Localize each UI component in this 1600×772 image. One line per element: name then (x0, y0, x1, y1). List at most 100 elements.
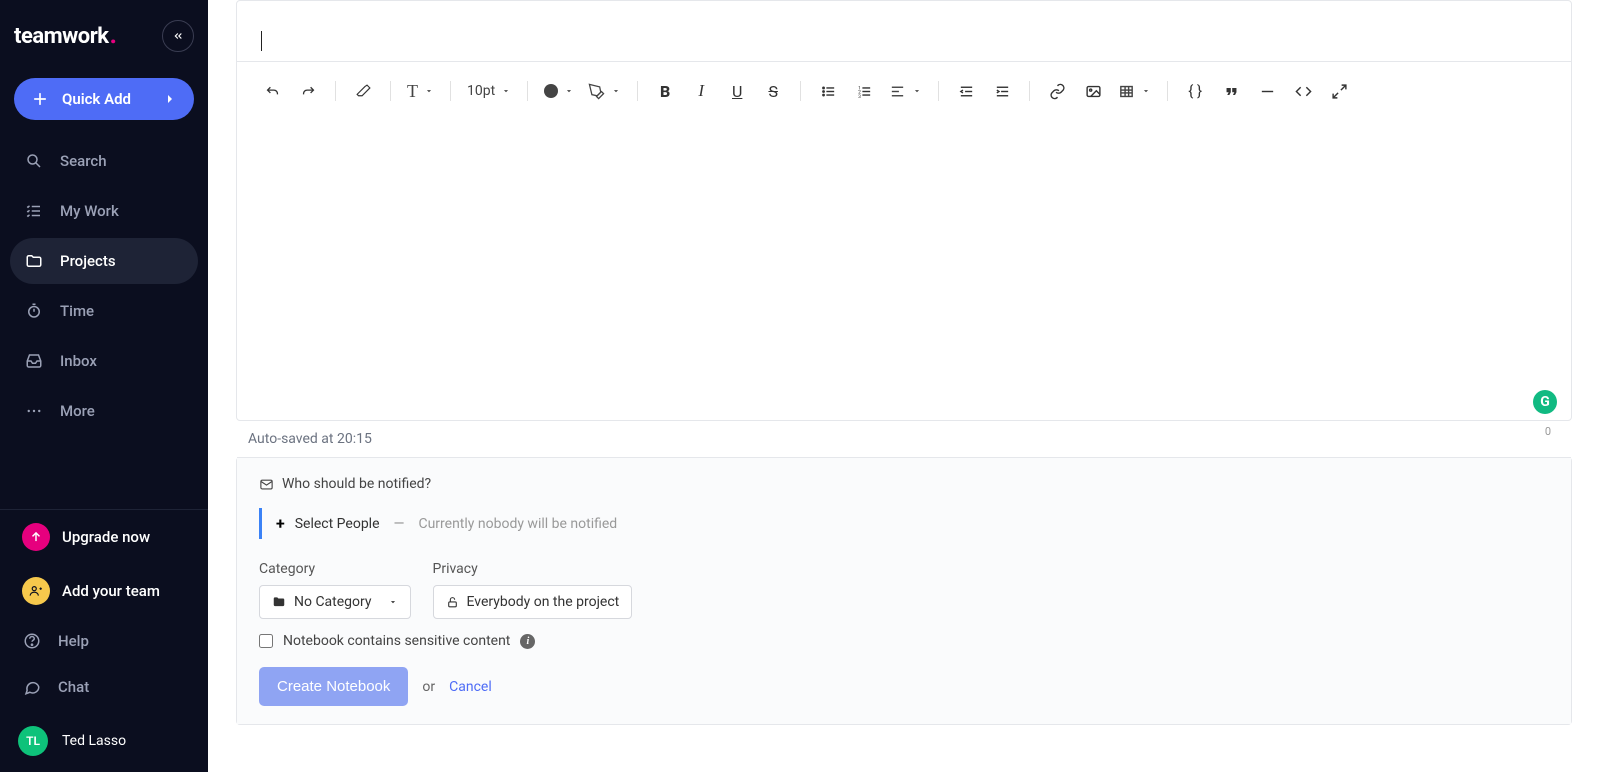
indent-button[interactable] (987, 76, 1017, 106)
text-format-icon: T (407, 81, 418, 102)
notify-section: Who should be notified? + Select People … (237, 457, 1571, 724)
outdent-button[interactable] (951, 76, 981, 106)
image-button[interactable] (1078, 76, 1108, 106)
expand-icon (1331, 83, 1348, 100)
underline-button[interactable]: U (722, 76, 752, 106)
info-icon[interactable]: i (520, 634, 535, 649)
sensitive-label: Notebook contains sensitive content (283, 633, 510, 649)
link-icon (1049, 83, 1066, 100)
fullscreen-button[interactable] (1324, 76, 1354, 106)
highlight-dropdown[interactable] (584, 83, 625, 100)
italic-button[interactable]: I (686, 76, 716, 106)
select-people-button[interactable]: + Select People — Currently nobody will … (259, 508, 1549, 539)
undo-button[interactable] (257, 76, 287, 106)
editor-body[interactable]: G 0 (237, 120, 1571, 420)
sensitive-checkbox[interactable] (259, 634, 273, 648)
highlighter-icon (588, 83, 605, 100)
notify-header-text: Who should be notified? (282, 476, 431, 492)
code-view-button[interactable] (1288, 76, 1318, 106)
privacy-value: Everybody on the project (467, 594, 620, 610)
bold-icon: B (660, 82, 670, 101)
mail-icon (259, 477, 274, 492)
editor-content-area[interactable] (237, 1, 1571, 61)
chevron-down-icon (424, 86, 434, 96)
inbox-icon (25, 352, 43, 370)
brand-logo: teamwork. (14, 24, 117, 49)
link-button[interactable] (1042, 76, 1072, 106)
table-dropdown[interactable] (1114, 83, 1155, 100)
sidebar-item-label: Time (60, 302, 94, 320)
quote-button[interactable] (1216, 76, 1246, 106)
chevron-down-icon (912, 86, 922, 96)
sidebar-item-label: Search (60, 152, 107, 170)
sidebar-item-search[interactable]: Search (10, 138, 198, 184)
sidebar-item-mywork[interactable]: My Work (10, 188, 198, 234)
plus-icon (30, 89, 50, 109)
sidebar-item-help[interactable]: Help (0, 618, 208, 664)
sidebar-item-label: Projects (60, 252, 116, 270)
bullet-list-button[interactable] (813, 76, 843, 106)
font-style-dropdown[interactable]: T (403, 81, 438, 102)
redo-button[interactable] (293, 76, 323, 106)
font-size-dropdown[interactable]: 10pt (463, 83, 515, 99)
select-people-hint: Currently nobody will be notified (418, 516, 617, 532)
sidebar-item-projects[interactable]: Projects (10, 238, 198, 284)
select-people-label: Select People (295, 516, 380, 532)
sidebar-user-menu[interactable]: TL Ted Lasso (0, 710, 208, 772)
char-count: 0 (1545, 425, 1551, 438)
sidebar: teamwork. Quick Add Search My Work Proje… (0, 0, 208, 772)
hr-button[interactable] (1252, 76, 1282, 106)
clear-format-button[interactable] (348, 76, 378, 106)
sidebar-item-time[interactable]: Time (10, 288, 198, 334)
sidebar-item-label: Help (58, 632, 89, 650)
user-avatar: TL (18, 726, 48, 756)
chevron-down-icon (388, 597, 398, 607)
dots-icon (25, 402, 43, 420)
code-block-button[interactable]: { } (1180, 76, 1210, 106)
add-team-icon (22, 577, 50, 605)
sidebar-upgrade-label: Upgrade now (62, 528, 150, 546)
number-list-icon: 123 (856, 83, 873, 100)
color-swatch-icon (544, 84, 558, 98)
cancel-link[interactable]: Cancel (449, 679, 492, 695)
sidebar-item-inbox[interactable]: Inbox (10, 338, 198, 384)
chevron-down-icon (564, 86, 574, 96)
folder-icon (25, 252, 43, 270)
sidebar-item-label: Inbox (60, 352, 97, 370)
upgrade-icon (22, 523, 50, 551)
align-dropdown[interactable] (885, 83, 926, 100)
sidebar-item-label: More (60, 402, 95, 420)
sidebar-item-label: Chat (58, 678, 89, 696)
code-icon (1295, 83, 1312, 100)
redo-icon (300, 83, 317, 100)
grammarly-badge[interactable]: G (1533, 390, 1557, 414)
notebook-editor-card: T 10pt B I U S 123 (236, 0, 1572, 421)
privacy-dropdown[interactable]: Everybody on the project (433, 585, 633, 619)
sidebar-item-label: My Work (60, 202, 119, 220)
svg-text:3: 3 (858, 93, 861, 99)
category-dropdown[interactable]: No Category (259, 585, 411, 619)
quick-add-button[interactable]: Quick Add (14, 78, 194, 120)
or-text: or (422, 679, 435, 695)
lock-open-icon (446, 596, 459, 609)
help-icon (23, 632, 41, 650)
sidebar-item-more[interactable]: More (10, 388, 198, 434)
sidebar-addteam-button[interactable]: Add your team (0, 564, 208, 618)
chevron-right-icon (162, 91, 178, 107)
folder-small-icon (272, 595, 286, 609)
sidebar-item-chat[interactable]: Chat (0, 664, 208, 710)
italic-icon: I (698, 81, 704, 101)
table-icon (1118, 83, 1135, 100)
create-notebook-button[interactable]: Create Notebook (259, 667, 408, 706)
eraser-icon (355, 83, 372, 100)
braces-icon: { } (1188, 82, 1202, 100)
chevron-double-left-icon (171, 29, 185, 43)
strikethrough-button[interactable]: S (758, 76, 788, 106)
category-value: No Category (294, 594, 372, 610)
sidebar-collapse-button[interactable] (162, 20, 194, 52)
outdent-icon (958, 83, 975, 100)
number-list-button[interactable]: 123 (849, 76, 879, 106)
text-color-dropdown[interactable] (540, 84, 578, 98)
sidebar-upgrade-button[interactable]: Upgrade now (0, 510, 208, 564)
bold-button[interactable]: B (650, 76, 680, 106)
